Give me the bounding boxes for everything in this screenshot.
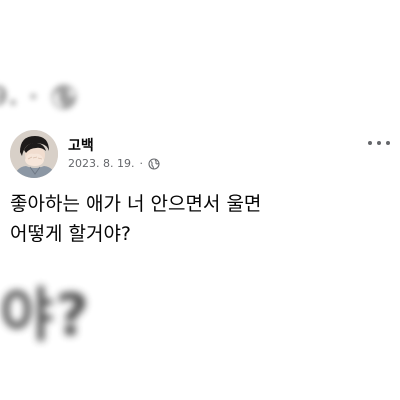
blurred-date-fragment: 9.	[0, 82, 18, 112]
more-options-icon[interactable]	[368, 137, 390, 149]
blurred-globe-icon	[51, 84, 77, 110]
more-dot	[368, 141, 372, 145]
author-name[interactable]: 고백	[68, 135, 94, 155]
avatar[interactable]	[10, 130, 58, 178]
meta-separator: ·	[139, 157, 143, 170]
blurred-dot: •	[27, 86, 39, 108]
avatar-image	[10, 130, 58, 178]
post-meta: 2023. 8. 19. ·	[68, 157, 160, 170]
more-dot	[386, 141, 390, 145]
blurred-background-header: 9. •	[0, 82, 79, 112]
blurred-text-fragment: 야?	[0, 281, 92, 349]
globe-icon	[148, 157, 160, 170]
post-date[interactable]: 2023. 8. 19.	[68, 157, 134, 170]
screenshot-canvas: 9. • 야?	[0, 0, 400, 400]
post-text: 좋아하는 애가 너 안으면서 울면 어떻게 할거야?	[10, 193, 262, 245]
more-dot	[377, 141, 381, 145]
